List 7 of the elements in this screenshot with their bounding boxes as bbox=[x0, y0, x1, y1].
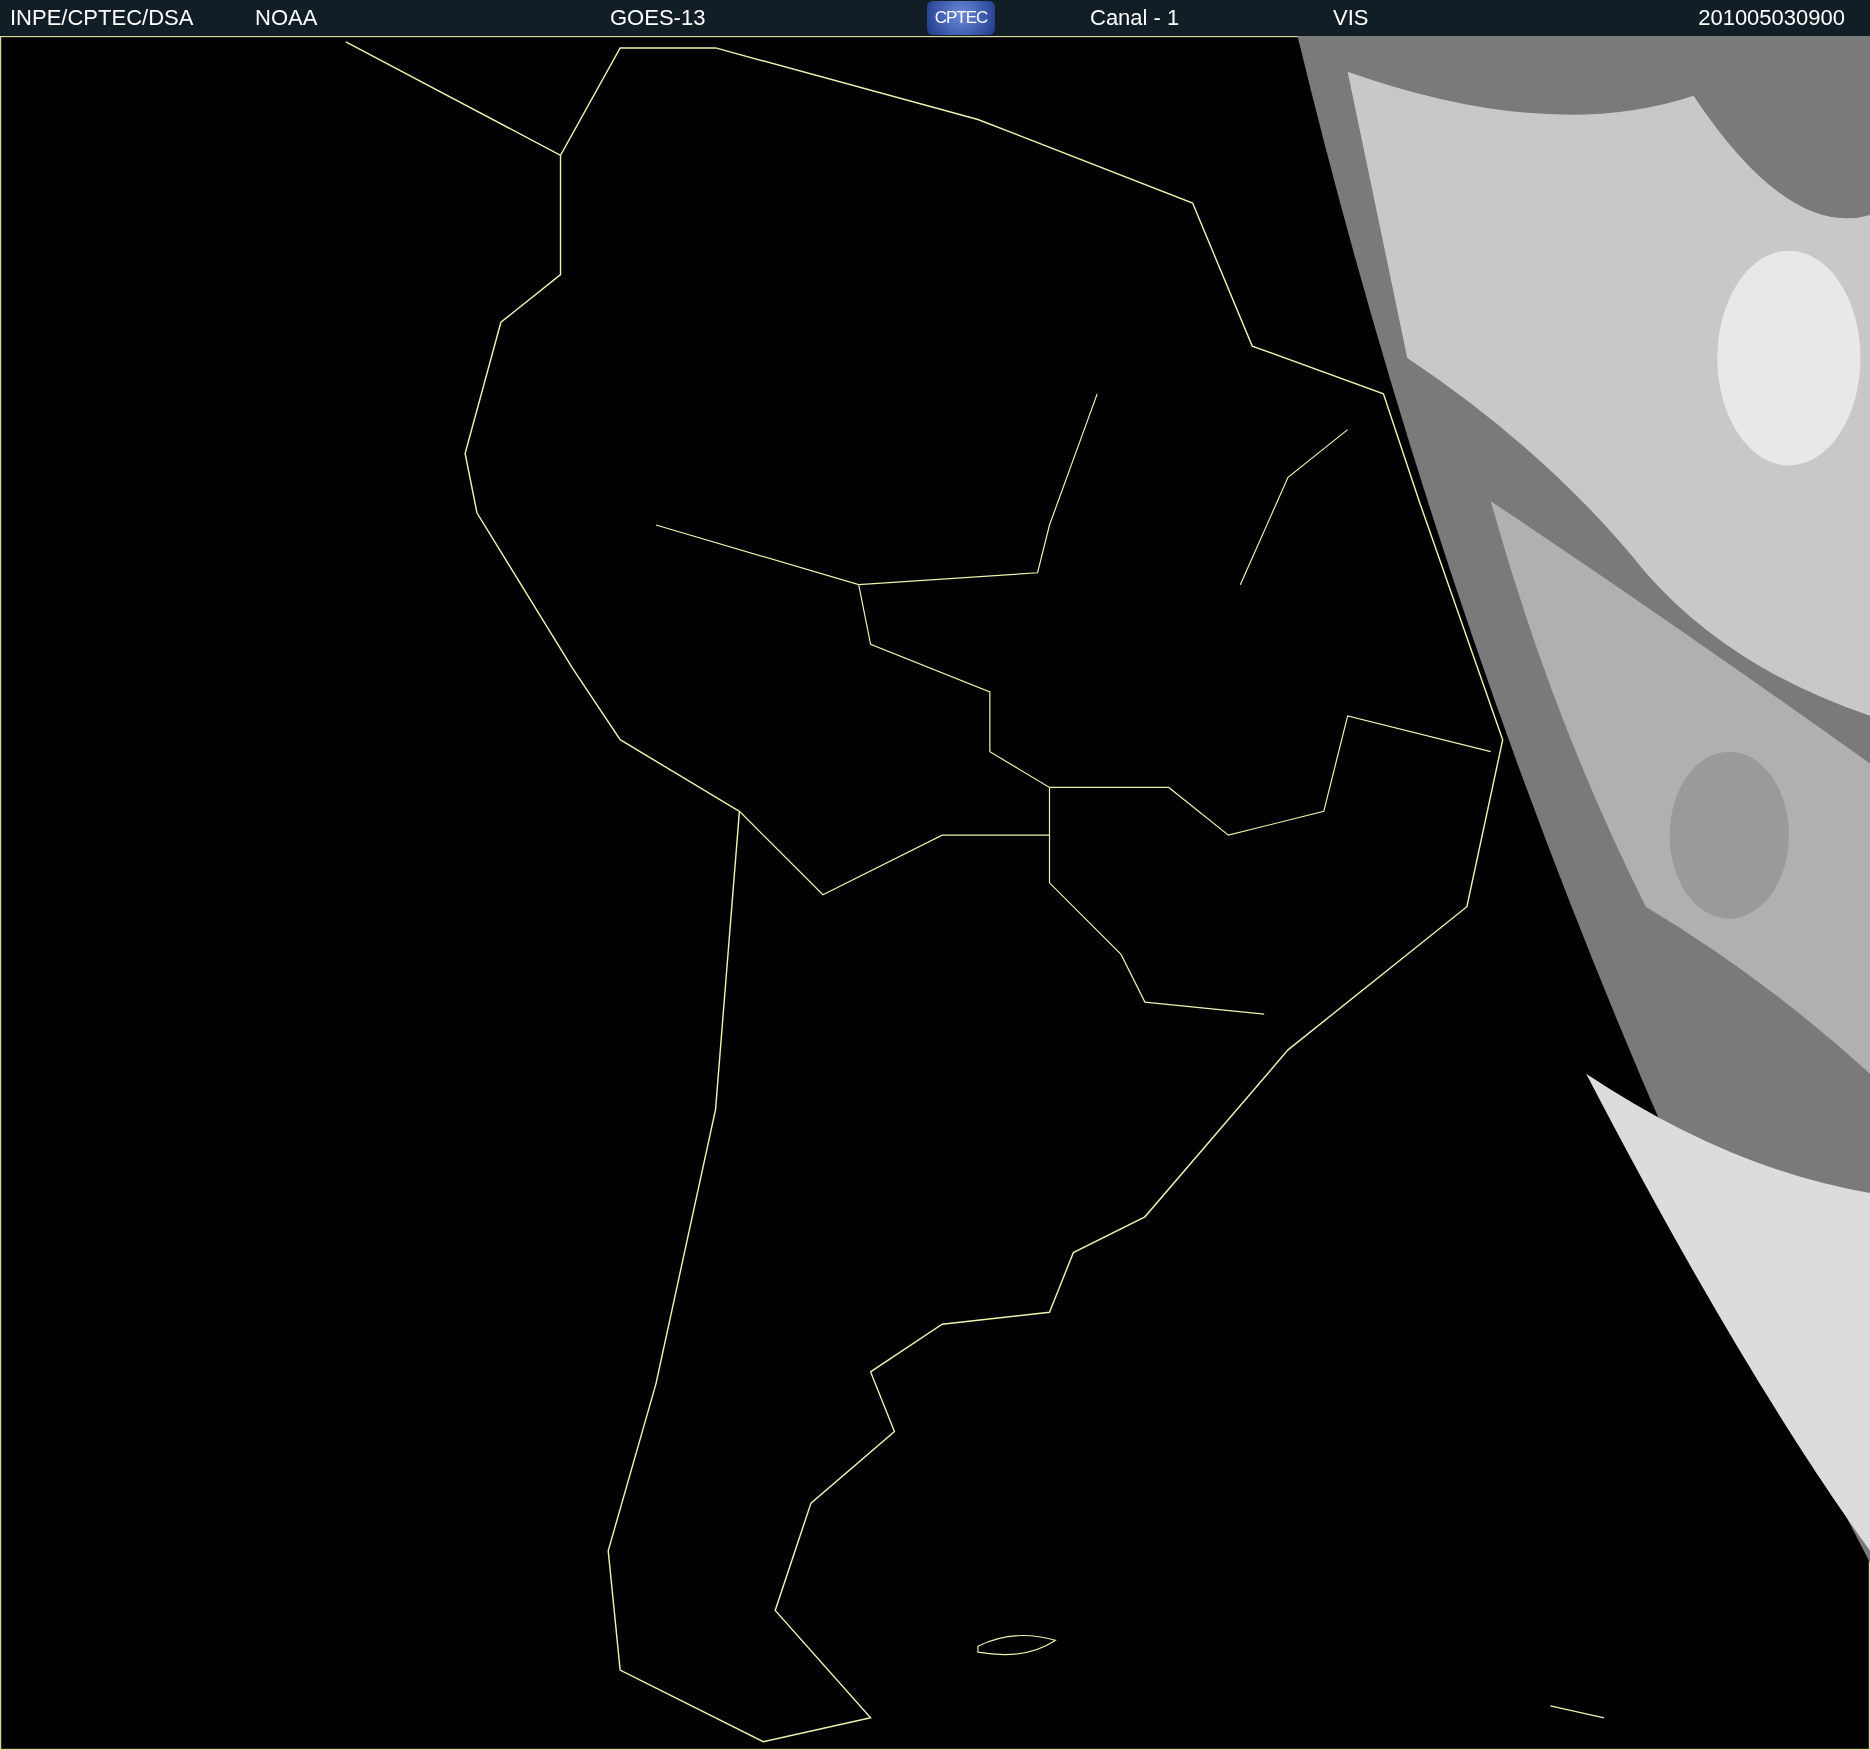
timestamp-label: 201005030900 bbox=[1698, 5, 1845, 31]
satellite-label: GOES-13 bbox=[610, 5, 706, 31]
agency-label: NOAA bbox=[255, 5, 318, 31]
institution-label: INPE/CPTEC/DSA bbox=[10, 5, 194, 31]
channel-label: Canal - 1 bbox=[1090, 5, 1180, 31]
band-label: VIS bbox=[1333, 5, 1369, 31]
logo: CPTEC bbox=[927, 1, 995, 35]
